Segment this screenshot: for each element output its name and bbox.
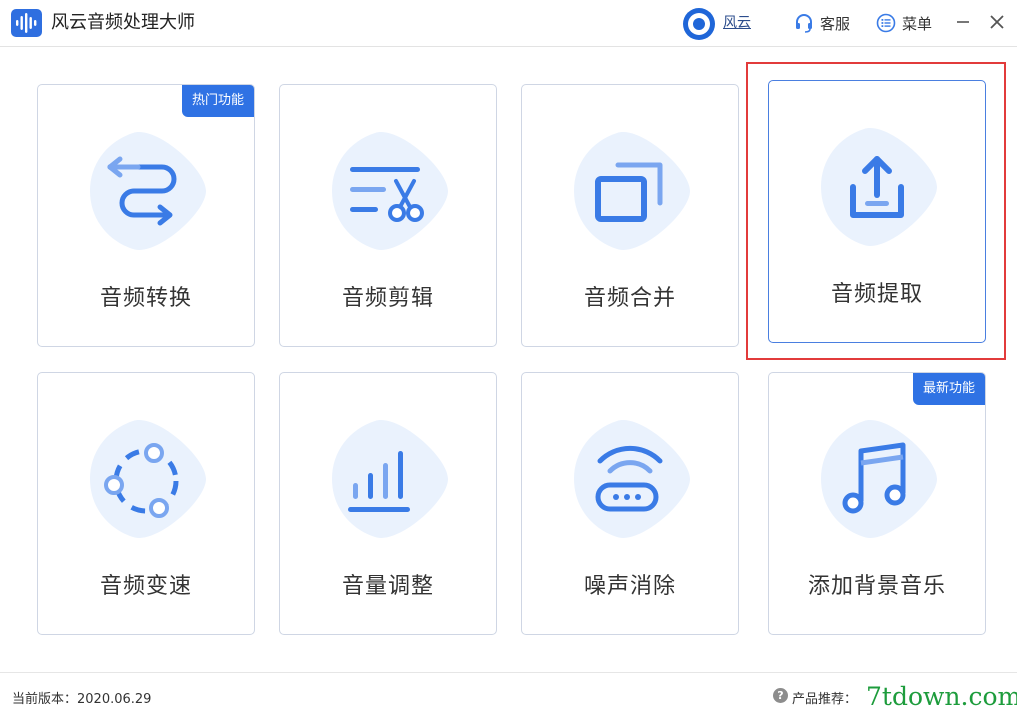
product-recommend-label: 产品推荐： [792, 692, 858, 707]
card-audio-merge[interactable]: 音频合并 [521, 84, 739, 347]
card-label: 音频变速 [99, 574, 192, 599]
card-label: 音频转换 [99, 286, 192, 311]
help-icon[interactable]: ? [773, 688, 788, 703]
card-label: 音频剪辑 [341, 286, 434, 311]
minimize-icon [957, 21, 969, 23]
minimize-button[interactable] [952, 11, 974, 33]
customer-service-label: 客服 [820, 14, 851, 33]
menu-label: 菜单 [902, 14, 933, 33]
headset-icon [796, 14, 812, 33]
card-label: 噪声消除 [583, 574, 676, 599]
volume-bars-icon [348, 451, 410, 512]
footer-divider [0, 672, 1017, 673]
card-audio-convert[interactable]: 音频转换 热门功能 [37, 84, 255, 347]
title-bar: 风云音频处理大师 风云 客服 菜单 [0, 0, 1017, 47]
card-audio-edit[interactable]: 音频剪辑 [279, 84, 497, 347]
user-avatar[interactable] [683, 8, 715, 40]
card-label: 添加背景音乐 [807, 574, 946, 599]
close-icon [990, 15, 1004, 29]
card-audio-speed[interactable]: 音频变速 [37, 372, 255, 635]
app-logo-icon [11, 9, 42, 37]
card-volume-adjust[interactable]: 音量调整 [279, 372, 497, 635]
app-title: 风云音频处理大师 [51, 12, 195, 33]
customer-service-button[interactable]: 客服 [794, 12, 850, 34]
card-noise-removal[interactable]: 噪声消除 [521, 372, 739, 635]
selection-highlight [746, 62, 1006, 360]
card-add-bgm[interactable]: 添加背景音乐 最新功能 [768, 372, 986, 635]
menu-list-icon [876, 13, 896, 33]
music-note-icon [842, 442, 906, 514]
noise-router-icon [595, 445, 663, 512]
scissors-icon [350, 167, 424, 222]
hot-feature-badge: 热门功能 [181, 85, 254, 117]
card-label: 音频合并 [583, 286, 676, 311]
merge-windows-icon [595, 162, 663, 222]
close-button[interactable] [986, 11, 1008, 33]
site-watermark: 7tdown.com [866, 682, 1017, 711]
version-text: 当前版本：2020.06.29 [12, 692, 152, 707]
menu-button[interactable]: 菜单 [876, 12, 932, 34]
new-feature-badge: 最新功能 [912, 373, 985, 405]
user-name-link[interactable]: 风云 [723, 14, 751, 32]
speed-circle-icon [104, 443, 179, 518]
card-label: 音量调整 [341, 574, 434, 599]
convert-arrows-icon [107, 156, 177, 226]
